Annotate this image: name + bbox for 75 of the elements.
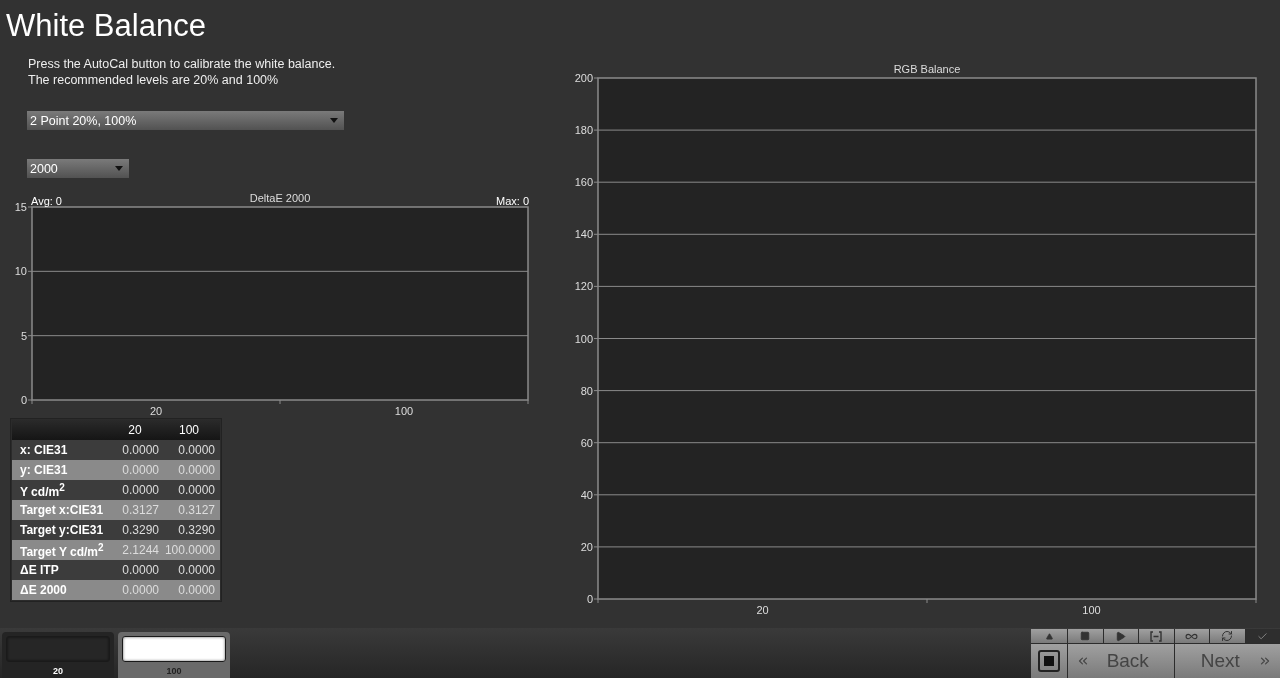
play-icon [1115, 630, 1127, 642]
table-cell-text: 0.0000 [177, 463, 216, 477]
axis-label: 0 [20, 394, 27, 406]
column-header: 100 [178, 423, 200, 437]
table-cell-text: 0.3290 [177, 523, 216, 537]
axis-label: 160 [574, 176, 593, 189]
stop-icon [1080, 631, 1091, 641]
axis-label: 10 [14, 265, 27, 278]
row-label: x: CIE31 [19, 443, 69, 457]
axis-label: 100 [1082, 604, 1101, 615]
table-cell-text: 0.0000 [121, 463, 160, 477]
axis-label: 15 [14, 201, 27, 213]
axis-label: 20 [149, 405, 163, 417]
instruction-text: Press the AutoCal button to calibrate the white balance. [28, 56, 337, 72]
refresh-icon [1221, 630, 1234, 642]
toolbar-button[interactable] [1174, 629, 1209, 643]
table-cell-text: 0.0000 [121, 563, 160, 577]
table-cell-text: 2.1244 [121, 543, 160, 557]
toolbar-button[interactable] [1139, 629, 1174, 643]
axis-label: 20 [756, 604, 769, 615]
patch-tab[interactable]: 100 [118, 632, 230, 678]
instruction-text: The recommended levels are 20% and 100% [28, 72, 280, 88]
chart-title: RGB Balance [893, 63, 961, 75]
table-cell-text: 0.3127 [177, 503, 216, 517]
page-title: White Balance [6, 7, 207, 45]
axis-label: 100 [574, 332, 593, 345]
column-header: 20 [127, 423, 143, 437]
stop-button[interactable] [1031, 644, 1067, 678]
table-cell-text: 0.0000 [177, 563, 216, 577]
avg-label: Avg: 0 [31, 195, 62, 207]
axis-label: 20 [580, 540, 593, 553]
row-label: Target y:CIE31 [19, 523, 105, 537]
row-label: y: CIE31 [19, 463, 69, 477]
toolbar-button[interactable] [1103, 629, 1138, 643]
axis-label: 200 [574, 72, 593, 84]
triangle-icon [1045, 632, 1053, 640]
table-cell-text: 0.0000 [177, 483, 216, 497]
patch-label: 100 [166, 666, 182, 676]
table-cell-text: 100.0000 [163, 543, 216, 557]
row-label: ΔE ITP [19, 563, 60, 577]
check-icon [1257, 630, 1269, 642]
table-cell-text: 0.0000 [121, 443, 160, 457]
table-cell-text: 0.3127 [121, 503, 160, 517]
row-label: Y cd/m$^{2}$ [19, 481, 66, 499]
table-cell-text: 0.0000 [177, 583, 216, 597]
row-label: ΔE 2000 [19, 583, 68, 597]
caret-icon [115, 166, 123, 171]
axis-label: 0 [586, 593, 593, 605]
axis-label: 80 [580, 384, 593, 397]
axis-label: 100 [394, 405, 414, 417]
delta-dropdown[interactable]: 2000 [27, 159, 129, 178]
patch-label: 20 [53, 666, 63, 676]
mode-dropdown[interactable]: 2 Point 20%, 100% [27, 111, 344, 130]
caret-icon [330, 118, 338, 123]
table-cell-text: 0.0000 [121, 583, 160, 597]
axis-label: 5 [20, 329, 27, 342]
expand-button[interactable] [1031, 629, 1067, 643]
toolbar-button[interactable] [1068, 629, 1103, 643]
table-cell-text: 0.3290 [121, 523, 160, 537]
table-cell-text: 0.0000 [177, 443, 216, 457]
axis-label: 120 [574, 280, 593, 293]
chart-title: DeltaE 2000 [249, 192, 311, 204]
chevrons-right-icon [1258, 654, 1272, 668]
patch-tab[interactable]: 20 [2, 632, 114, 678]
stop-icon [1038, 650, 1060, 672]
max-label: Max: 0 [496, 195, 529, 207]
row-label: Target Y cd/m$^{2}$ [19, 541, 105, 559]
toolbar-button[interactable] [1210, 629, 1245, 643]
chevrons-left-icon [1076, 654, 1090, 668]
row-label: Target x:CIE31 [19, 503, 105, 517]
axis-label: 40 [580, 488, 593, 501]
table-cell-text: 0.0000 [121, 483, 160, 497]
axis-label: 140 [574, 228, 593, 241]
axis-label: 60 [580, 436, 593, 449]
axis-label: 180 [574, 124, 593, 137]
